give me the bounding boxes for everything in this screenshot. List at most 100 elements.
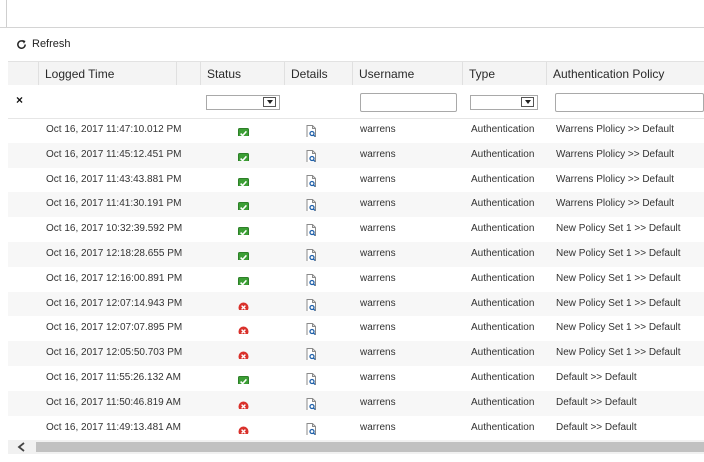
auth-policy-cell: Default >> Default	[556, 421, 637, 433]
details-icon[interactable]	[306, 149, 317, 162]
column-header-logged-time[interactable]: Logged Time	[38, 62, 176, 86]
status-success-icon	[238, 199, 249, 211]
logged-time-cell: Oct 16, 2017 12:18:28.655 PM	[46, 247, 183, 259]
logged-time-cell: Oct 16, 2017 11:47:10.012 PM	[46, 124, 182, 135]
logged-time-cell: Oct 16, 2017 12:07:07.895 PM	[46, 322, 183, 334]
details-icon[interactable]	[306, 347, 317, 361]
logged-time-cell: Oct 16, 2017 12:07:14.943 PM	[46, 297, 183, 309]
details-icon[interactable]	[306, 322, 317, 336]
details-icon[interactable]	[306, 422, 317, 435]
table-row[interactable]: Oct 16, 2017 12:16:00.891 PM warrens Authe…	[8, 267, 704, 292]
status-filter-select[interactable]	[206, 95, 280, 110]
auth-policy-cell: Warrens Plolicy >> Default	[556, 173, 675, 185]
username-cell: warrens	[360, 347, 396, 359]
type-cell: Authentication	[471, 124, 535, 135]
auth-policy-cell: New Policy Set 1 >> Default	[556, 247, 681, 259]
logged-time-cell: Oct 16, 2017 10:32:39.592 PM	[46, 223, 183, 235]
status-success-icon	[238, 125, 249, 136]
details-icon[interactable]	[306, 248, 317, 261]
type-cell: Authentication	[471, 396, 535, 408]
type-cell: Authentication	[471, 198, 535, 210]
table-row[interactable]: Oct 16, 2017 11:47:10.012 PM warrens Authe…	[8, 118, 704, 143]
auth-policy-cell: New Policy Set 1 >> Default	[556, 223, 681, 235]
username-cell: warrens	[360, 124, 396, 135]
auth-policy-cell: New Policy Set 1 >> Default	[556, 347, 681, 359]
status-success-icon	[238, 249, 249, 260]
status-success-icon	[238, 373, 249, 384]
status-failure-icon	[238, 299, 249, 310]
top-bar-divider	[6, 0, 7, 27]
type-cell: Authentication	[471, 421, 535, 433]
table-row[interactable]: Oct 16, 2017 12:07:14.943 PM warrens Authe…	[8, 291, 704, 317]
details-icon[interactable]	[306, 397, 317, 410]
auth-policy-cell: New Policy Set 1 >> Default	[556, 272, 681, 284]
type-cell: Authentication	[471, 148, 535, 160]
header-divider	[176, 62, 177, 86]
status-success-icon	[238, 274, 249, 285]
details-icon[interactable]	[306, 198, 317, 212]
column-header-auth-policy[interactable]: Authentication Policy	[546, 62, 704, 86]
status-success-icon	[238, 175, 249, 186]
table-row[interactable]: Oct 16, 2017 11:50:46.819 AM warrens Authe…	[8, 390, 704, 416]
column-header-details[interactable]: Details	[284, 62, 352, 86]
type-cell: Authentication	[471, 322, 535, 334]
auth-policy-cell: Default >> Default	[556, 396, 637, 408]
details-icon[interactable]	[306, 298, 317, 311]
username-cell: warrens	[360, 247, 396, 259]
username-cell: warrens	[360, 223, 396, 235]
table-row[interactable]: Oct 16, 2017 11:49:13.481 AM warrens Authe…	[8, 416, 704, 441]
username-cell: warrens	[360, 148, 396, 160]
clear-filters-icon[interactable]: ×	[16, 93, 23, 107]
status-failure-icon	[238, 323, 249, 335]
logged-time-cell: Oct 16, 2017 11:43:43.881 PM	[46, 173, 182, 185]
table-body: Oct 16, 2017 11:47:10.012 PM warrens Authe…	[8, 118, 704, 440]
username-cell: warrens	[360, 371, 396, 383]
column-header-username[interactable]: Username	[352, 62, 462, 86]
auth-policy-cell: Default >> Default	[556, 371, 637, 383]
logged-time-cell: Oct 16, 2017 11:49:13.481 AM	[46, 421, 181, 433]
details-icon[interactable]	[306, 124, 317, 137]
policy-filter-input[interactable]	[555, 93, 704, 112]
username-cell: warrens	[360, 297, 396, 309]
table-row[interactable]: Oct 16, 2017 11:43:43.881 PM warrens Authe…	[8, 168, 704, 193]
type-filter-select[interactable]	[470, 95, 538, 110]
status-failure-icon	[238, 423, 249, 434]
chevron-left-icon[interactable]	[12, 440, 32, 454]
details-icon[interactable]	[306, 273, 317, 286]
top-bar	[0, 0, 704, 28]
username-filter-input[interactable]	[360, 93, 457, 112]
refresh-icon	[17, 39, 26, 49]
table-row[interactable]: Oct 16, 2017 11:55:26.132 AM warrens Authe…	[8, 366, 704, 391]
logged-time-cell: Oct 16, 2017 12:05:50.703 PM	[46, 347, 183, 359]
table-row[interactable]: Oct 16, 2017 11:41:30.191 PM warrens Authe…	[8, 192, 704, 218]
details-icon[interactable]	[306, 223, 317, 237]
auth-policy-cell: Warrens Plolicy >> Default	[556, 124, 675, 135]
username-cell: warrens	[360, 322, 396, 334]
table-row[interactable]: Oct 16, 2017 12:07:07.895 PM warrens Authe…	[8, 316, 704, 341]
username-cell: warrens	[360, 198, 396, 210]
status-success-icon	[238, 150, 249, 161]
username-cell: warrens	[360, 421, 396, 433]
type-cell: Authentication	[471, 173, 535, 185]
chevron-down-icon	[521, 97, 534, 107]
logged-time-cell: Oct 16, 2017 11:41:30.191 PM	[46, 198, 182, 210]
column-header-type[interactable]: Type	[462, 62, 546, 86]
table-row[interactable]: Oct 16, 2017 11:45:12.451 PM warrens Authe…	[8, 142, 704, 168]
table-row[interactable]: Oct 16, 2017 12:18:28.655 PM warrens Authe…	[8, 241, 704, 267]
details-icon[interactable]	[306, 174, 317, 187]
type-cell: Authentication	[471, 247, 535, 259]
status-failure-icon	[238, 348, 249, 360]
details-icon[interactable]	[306, 372, 317, 385]
table-row[interactable]: Oct 16, 2017 10:32:39.592 PM warrens Authe…	[8, 217, 704, 242]
column-header-status[interactable]: Status	[200, 62, 284, 86]
logged-time-cell: Oct 16, 2017 12:16:00.891 PM	[46, 272, 183, 284]
auth-policy-cell: Warrens Plolicy >> Default	[556, 198, 675, 210]
table-row[interactable]: Oct 16, 2017 12:05:50.703 PM warrens Authe…	[8, 341, 704, 366]
scrollbar-thumb[interactable]	[36, 442, 704, 452]
logged-time-cell: Oct 16, 2017 11:50:46.819 AM	[46, 396, 181, 408]
refresh-button[interactable]: Refresh	[16, 37, 71, 51]
horizontal-scrollbar[interactable]	[8, 440, 704, 454]
type-cell: Authentication	[471, 347, 535, 359]
status-success-icon	[238, 224, 249, 236]
grid-header: Logged Time Status Details Username Type…	[8, 61, 704, 87]
